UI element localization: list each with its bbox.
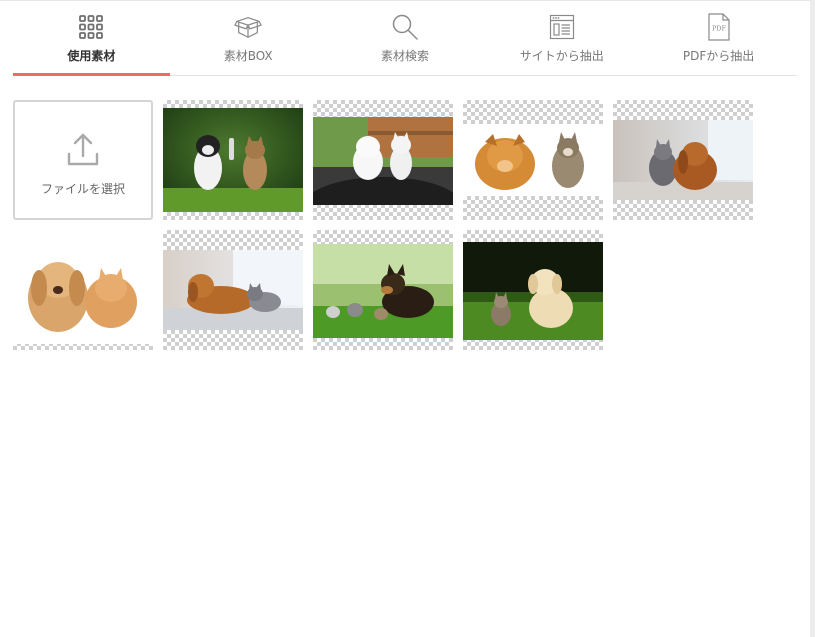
tab-label: サイトから抽出: [519, 49, 604, 63]
scrollbar-track[interactable]: [810, 0, 815, 637]
material-panel: 使用素材 素材BOX 素材検索 サイトから抽出 PDF PDFから抽出 ファイル…: [0, 0, 815, 637]
material-thumbnail[interactable]: [313, 230, 453, 350]
pdf-icon-text: PDF: [712, 25, 727, 33]
tab-extract-from-pdf[interactable]: PDF PDFから抽出: [640, 0, 797, 75]
tab-bar: 使用素材 素材BOX 素材検索 サイトから抽出 PDF PDFから抽出: [13, 0, 797, 76]
grid-icon: [77, 13, 105, 41]
image-labrador-puppy-kitten: [463, 242, 603, 340]
tab-label: 素材BOX: [223, 49, 273, 63]
material-thumbnail[interactable]: [313, 100, 453, 220]
image-spaniel-puppy-orange-kitten: [13, 230, 153, 344]
pdf-icon: PDF: [705, 13, 733, 41]
image-german-shepherd-kittens: [313, 244, 453, 338]
image-puppy-kitten-grass: [163, 108, 303, 212]
material-thumbnail[interactable]: [13, 230, 153, 350]
image-kitten-spaniel-indoors: [613, 120, 753, 200]
search-icon: [391, 13, 419, 41]
image-orange-dog-tabby-cat: [463, 124, 603, 196]
image-white-puppy-kitten: [313, 117, 453, 205]
material-thumbnail[interactable]: [613, 100, 753, 220]
tab-extract-from-site[interactable]: サイトから抽出: [483, 0, 640, 75]
box-icon: [234, 13, 262, 41]
upload-icon: [66, 132, 100, 168]
material-thumbnail[interactable]: [163, 230, 303, 350]
material-thumbnail[interactable]: [463, 230, 603, 350]
file-select-button[interactable]: ファイルを選択: [13, 100, 153, 220]
file-select-label: ファイルを選択: [40, 182, 125, 196]
tab-material-box[interactable]: 素材BOX: [170, 0, 327, 75]
tab-label: 使用素材: [67, 49, 116, 63]
material-thumbnail[interactable]: [463, 100, 603, 220]
tab-material-search[interactable]: 素材検索: [327, 0, 484, 75]
tab-used-materials[interactable]: 使用素材: [13, 0, 170, 76]
image-golden-retriever-grey-cat: [163, 250, 303, 330]
tab-label: PDFから抽出: [682, 49, 755, 63]
material-thumbnail[interactable]: [163, 100, 303, 220]
tab-label: 素材検索: [380, 49, 429, 63]
site-icon: [548, 13, 576, 41]
